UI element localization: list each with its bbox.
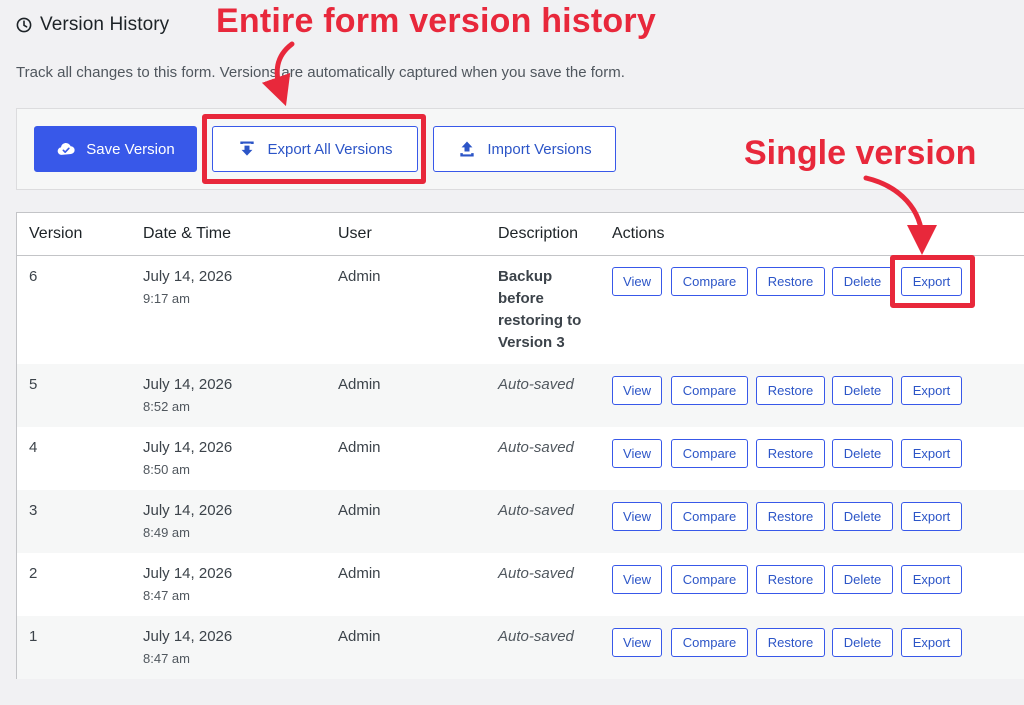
column-header-description: Description xyxy=(498,225,579,242)
description: Auto-saved xyxy=(498,439,574,456)
description: Auto-saved xyxy=(498,376,574,393)
user: Admin xyxy=(338,628,381,645)
compare-button[interactable]: Compare xyxy=(671,439,748,468)
restore-button[interactable]: Restore xyxy=(756,267,825,296)
delete-button[interactable]: Delete xyxy=(832,502,893,531)
delete-button[interactable]: Delete xyxy=(832,439,893,468)
compare-button[interactable]: Compare xyxy=(671,565,748,594)
user: Admin xyxy=(338,502,381,519)
date-time: July 14, 2026 8:49 am xyxy=(143,502,232,540)
page-title: Version History xyxy=(40,14,170,35)
time: 8:47 am xyxy=(143,588,190,603)
save-version-label: Save Version xyxy=(86,140,175,158)
restore-button[interactable]: Restore xyxy=(756,628,825,657)
description: Backup before restoring to Version 3 xyxy=(498,268,582,351)
version-number: 2 xyxy=(29,565,38,582)
version-number: 5 xyxy=(29,376,38,393)
description: Auto-saved xyxy=(498,502,574,519)
table-row: 5 July 14, 2026 8:52 am Admin Auto-saved… xyxy=(17,364,1024,427)
save-version-button[interactable]: Save Version xyxy=(34,126,197,172)
version-number: 3 xyxy=(29,502,38,519)
compare-button[interactable]: Compare xyxy=(671,628,748,657)
date-time: July 14, 2026 8:47 am xyxy=(143,628,232,666)
compare-button[interactable]: Compare xyxy=(671,267,748,296)
date: July 14, 2026 xyxy=(143,439,233,456)
column-header-user: User xyxy=(338,225,372,242)
clock-icon xyxy=(16,17,32,33)
table-row: 2 July 14, 2026 8:47 am Admin Auto-saved… xyxy=(17,553,1024,616)
import-versions-label: Import Versions xyxy=(487,140,592,158)
table-row: 6 July 14, 2026 9:17 am Admin Backup bef… xyxy=(17,256,1024,364)
download-arrow-icon xyxy=(240,141,255,156)
restore-button[interactable]: Restore xyxy=(756,565,825,594)
date-time: July 14, 2026 8:52 am xyxy=(143,376,232,414)
header: Version History xyxy=(16,14,169,36)
column-header-date-time: Date & Time xyxy=(143,225,232,242)
compare-button[interactable]: Compare xyxy=(671,502,748,531)
view-button[interactable]: View xyxy=(612,502,662,531)
time: 8:50 am xyxy=(143,462,190,477)
export-all-versions-label: Export All Versions xyxy=(267,140,393,158)
export-all-versions-button[interactable]: Export All Versions xyxy=(212,126,418,172)
user: Admin xyxy=(338,439,381,456)
export-button[interactable]: Export xyxy=(901,439,962,468)
view-button[interactable]: View xyxy=(612,565,662,594)
date: July 14, 2026 xyxy=(143,565,233,582)
delete-button[interactable]: Delete xyxy=(832,628,893,657)
table-header: Version Date & Time User Description Act… xyxy=(17,213,1024,256)
column-header-actions: Actions xyxy=(612,225,665,242)
export-button[interactable]: Export xyxy=(901,565,962,594)
date: July 14, 2026 xyxy=(143,268,233,285)
version-number: 6 xyxy=(29,268,38,285)
restore-button[interactable]: Restore xyxy=(756,502,825,531)
restore-button[interactable]: Restore xyxy=(756,376,825,405)
user: Admin xyxy=(338,268,381,285)
export-button[interactable]: Export xyxy=(901,376,962,405)
user: Admin xyxy=(338,565,381,582)
delete-button[interactable]: Delete xyxy=(832,267,893,296)
view-button[interactable]: View xyxy=(612,267,662,296)
date-time: July 14, 2026 9:17 am xyxy=(143,268,232,306)
version-number: 1 xyxy=(29,628,38,645)
date-time: July 14, 2026 8:47 am xyxy=(143,565,232,603)
description: Auto-saved xyxy=(498,565,574,582)
table-row: 4 July 14, 2026 8:50 am Admin Auto-saved… xyxy=(17,427,1024,490)
view-button[interactable]: View xyxy=(612,628,662,657)
compare-button[interactable]: Compare xyxy=(671,376,748,405)
view-button[interactable]: View xyxy=(612,376,662,405)
delete-button[interactable]: Delete xyxy=(832,565,893,594)
restore-button[interactable]: Restore xyxy=(756,439,825,468)
date-time: July 14, 2026 8:50 am xyxy=(143,439,232,477)
column-header-version: Version xyxy=(29,225,83,242)
upload-arrow-icon xyxy=(460,141,475,157)
export-button[interactable]: Export xyxy=(901,628,962,657)
table-row: 1 July 14, 2026 8:47 am Admin Auto-saved… xyxy=(17,616,1024,679)
description: Auto-saved xyxy=(498,628,574,645)
export-button[interactable]: Export xyxy=(901,267,962,296)
version-number: 4 xyxy=(29,439,38,456)
annotation-single-version: Single version xyxy=(744,134,977,172)
versions-table: Version Date & Time User Description Act… xyxy=(16,212,1024,679)
user: Admin xyxy=(338,376,381,393)
time: 8:49 am xyxy=(143,525,190,540)
date: July 14, 2026 xyxy=(143,628,233,645)
date: July 14, 2026 xyxy=(143,376,233,393)
time: 8:52 am xyxy=(143,399,190,414)
date: July 14, 2026 xyxy=(143,502,233,519)
import-versions-button[interactable]: Import Versions xyxy=(433,126,616,172)
view-button[interactable]: View xyxy=(612,439,662,468)
page-description: Track all changes to this form. Versions… xyxy=(16,64,625,81)
delete-button[interactable]: Delete xyxy=(832,376,893,405)
cloud-check-icon xyxy=(57,142,75,155)
annotation-entire-history: Entire form version history xyxy=(216,2,656,40)
table-row: 3 July 14, 2026 8:49 am Admin Auto-saved… xyxy=(17,490,1024,553)
export-button[interactable]: Export xyxy=(901,502,962,531)
time: 8:47 am xyxy=(143,651,190,666)
time: 9:17 am xyxy=(143,291,190,306)
